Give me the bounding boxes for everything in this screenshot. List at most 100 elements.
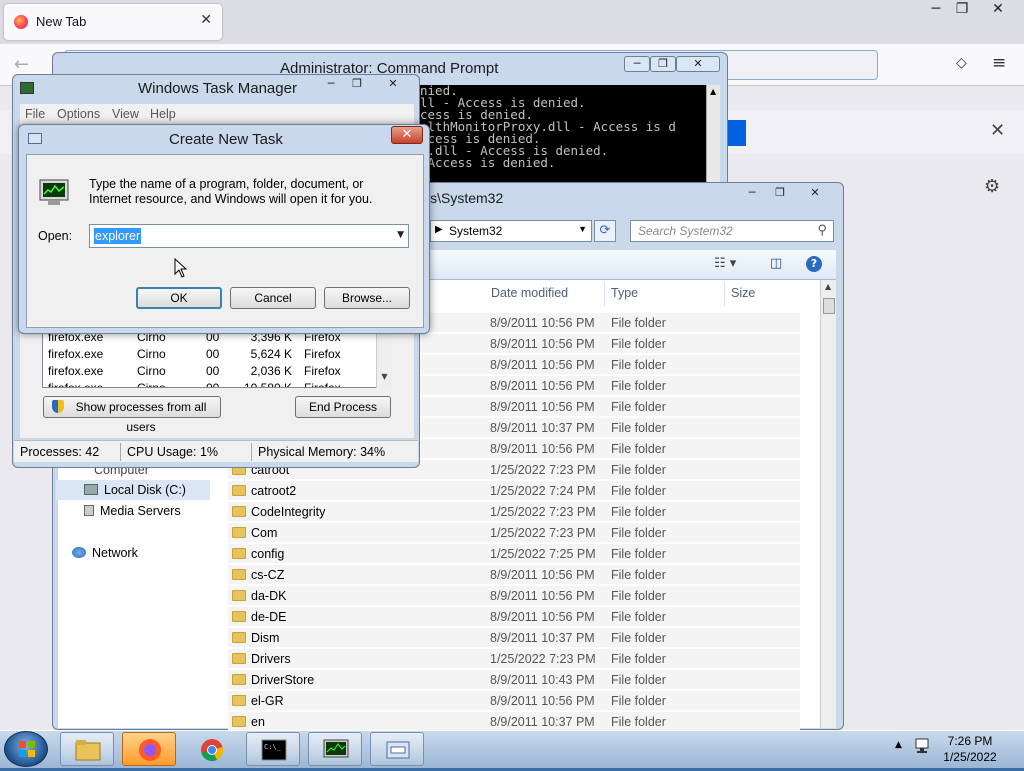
taskbar-chrome-button[interactable]: [184, 732, 238, 766]
tm-close-button[interactable]: ✕: [372, 77, 414, 93]
tm-minimize-button[interactable]: ─: [318, 77, 344, 93]
firefox-close-button[interactable]: ✕: [976, 0, 1020, 20]
firefox-minimize-button[interactable]: ─: [922, 0, 950, 20]
menu-help[interactable]: Help: [150, 107, 176, 121]
cancel-button[interactable]: Cancel: [230, 287, 316, 309]
table-row[interactable]: Dism 8/9/2011 10:37 PM File folder: [228, 628, 800, 648]
open-input-selected-text[interactable]: explorer: [94, 228, 142, 244]
scroll-down-icon[interactable]: ▼: [381, 372, 387, 381]
menu-file[interactable]: File: [25, 107, 45, 121]
firefox-maximize-button[interactable]: ❐: [950, 0, 974, 20]
preview-pane-icon[interactable]: ◫: [770, 256, 782, 271]
table-row[interactable]: en 8/9/2011 10:37 PM File folder: [228, 712, 800, 732]
change-view-icon[interactable]: ☷ ▾: [714, 256, 736, 271]
chevron-down-icon[interactable]: ▼: [578, 224, 587, 234]
table-row[interactable]: catroot2 1/25/2022 7:24 PM File folder: [228, 481, 800, 501]
chevron-down-icon[interactable]: ▼: [397, 230, 404, 240]
file-date: 8/9/2011 10:43 PM: [490, 673, 595, 687]
open-combobox[interactable]: explorer ▼: [89, 224, 409, 248]
table-row[interactable]: da-DK 8/9/2011 10:56 PM File folder: [228, 586, 800, 606]
column-header-type[interactable]: Type: [611, 286, 638, 300]
file-type: File folder: [611, 463, 666, 477]
help-icon[interactable]: ?: [806, 256, 822, 272]
file-name: catroot2: [251, 484, 297, 498]
file-date: 8/9/2011 10:56 PM: [490, 400, 595, 414]
explorer-maximize-button[interactable]: ❐: [766, 186, 794, 202]
process-row[interactable]: firefox.exe Cirno 00 2,036 K Firefox: [48, 364, 374, 380]
start-button[interactable]: [4, 731, 48, 767]
cmd-maximize-button[interactable]: ❐: [650, 56, 676, 72]
nav-item-media-servers[interactable]: Media Servers: [84, 504, 181, 518]
firefox-icon: [139, 739, 161, 761]
explorer-close-button[interactable]: ✕: [796, 186, 834, 202]
cmd-close-button[interactable]: ✕: [676, 56, 720, 72]
refresh-icon[interactable]: ⟳: [594, 220, 616, 242]
firefox-tab-new-tab[interactable]: New Tab ✕: [4, 4, 222, 40]
file-date: 8/9/2011 10:56 PM: [490, 316, 595, 330]
process-list-scrollbar[interactable]: ▼: [376, 330, 392, 388]
dialog-close-button[interactable]: ✕: [391, 126, 423, 144]
scroll-thumb[interactable]: [823, 298, 835, 314]
column-separator[interactable]: [604, 282, 605, 306]
taskbar-explorer-button[interactable]: [60, 732, 114, 766]
file-date: 8/9/2011 10:56 PM: [490, 337, 595, 351]
hamburger-menu-icon[interactable]: ≡: [992, 53, 1006, 73]
file-type: File folder: [611, 694, 666, 708]
end-process-button[interactable]: End Process: [295, 396, 391, 418]
table-row[interactable]: Drivers 1/25/2022 7:23 PM File folder: [228, 649, 800, 669]
file-date: 8/9/2011 10:56 PM: [490, 568, 595, 582]
taskbar-cmd-button[interactable]: C:\_: [246, 732, 300, 766]
file-type: File folder: [611, 400, 666, 414]
address-segment[interactable]: System32: [449, 224, 502, 238]
explorer-scrollbar[interactable]: ▲: [820, 280, 836, 728]
task-manager-icon: [39, 179, 69, 205]
file-type: File folder: [611, 652, 666, 666]
file-type: File folder: [611, 610, 666, 624]
address-bar[interactable]: ▶ System32 ▼: [430, 220, 592, 242]
table-row[interactable]: el-GR 8/9/2011 10:56 PM File folder: [228, 691, 800, 711]
table-row[interactable]: CodeIntegrity 1/25/2022 7:23 PM File folde…: [228, 502, 800, 522]
show-all-processes-button[interactable]: Show processes from all users: [43, 396, 221, 434]
tab-close-icon[interactable]: ✕: [200, 12, 212, 28]
search-input[interactable]: Search System32 ⚲: [630, 220, 834, 242]
back-arrow-icon[interactable]: ←: [14, 54, 29, 75]
show-hidden-icons-icon[interactable]: ▲: [895, 740, 902, 750]
table-row[interactable]: de-DE 8/9/2011 10:56 PM File folder: [228, 607, 800, 627]
table-row[interactable]: config 1/25/2022 7:25 PM File folder: [228, 544, 800, 564]
column-separator[interactable]: [724, 282, 725, 306]
firefox-tab-label: New Tab: [36, 14, 87, 29]
folder-icon: [232, 695, 246, 706]
taskbar-task-manager-button[interactable]: [308, 732, 362, 766]
clock-time: 7:26 PM: [947, 734, 993, 748]
table-row[interactable]: DriverStore 8/9/2011 10:43 PM File folder: [228, 670, 800, 690]
pocket-icon[interactable]: ◇: [956, 55, 967, 71]
file-name: de-DE: [251, 610, 287, 624]
taskbar-clock[interactable]: 7:26 PM 1/25/2022: [930, 733, 1010, 765]
nav-item-local-disk[interactable]: Local Disk (C:): [84, 483, 186, 497]
process-desc: Firefox: [304, 364, 341, 378]
taskbar-firefox-button[interactable]: [122, 732, 176, 766]
file-type: File folder: [611, 547, 666, 561]
folder-icon: [232, 548, 246, 559]
menu-options[interactable]: Options: [57, 107, 100, 121]
scroll-up-icon[interactable]: ▲: [710, 87, 716, 96]
menu-view[interactable]: View: [112, 107, 139, 121]
tm-maximize-button[interactable]: ❐: [344, 77, 370, 93]
ok-button[interactable]: OK: [136, 287, 222, 309]
browse-button[interactable]: Browse...: [324, 287, 410, 309]
process-row[interactable]: firefox.exe Cirno 00 5,624 K Firefox: [48, 347, 374, 363]
nav-item-network[interactable]: Network: [72, 546, 138, 560]
table-row[interactable]: Com 1/25/2022 7:23 PM File folder: [228, 523, 800, 543]
file-type: File folder: [611, 631, 666, 645]
explorer-minimize-button[interactable]: ─: [738, 186, 766, 202]
column-header-date[interactable]: Date modified: [491, 286, 568, 300]
network-icon: [72, 547, 86, 558]
scroll-up-icon[interactable]: ▲: [825, 282, 831, 291]
file-date: 1/25/2022 7:23 PM: [490, 652, 596, 666]
taskbar-run-dialog-button[interactable]: [370, 732, 424, 766]
cmd-minimize-button[interactable]: ─: [624, 56, 650, 72]
notification-close-icon[interactable]: ✕: [990, 120, 1005, 141]
column-header-size[interactable]: Size: [731, 286, 755, 300]
table-row[interactable]: cs-CZ 8/9/2011 10:56 PM File folder: [228, 565, 800, 585]
gear-icon[interactable]: ⚙: [984, 176, 1000, 197]
